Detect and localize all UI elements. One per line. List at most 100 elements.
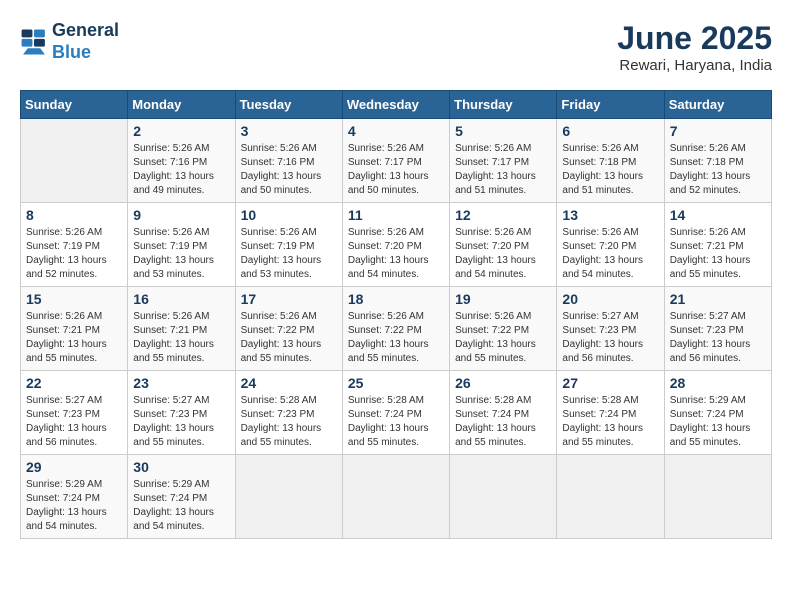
day-number: 3 (241, 123, 337, 139)
page-header: General Blue June 2025 Rewari, Haryana, … (20, 20, 772, 74)
title-block: June 2025 Rewari, Haryana, India (617, 20, 772, 74)
calendar-week-3: 15 Sunrise: 5:26 AM Sunset: 7:21 PM Dayl… (21, 287, 772, 371)
empty-cell (235, 455, 342, 539)
col-thursday: Thursday (450, 91, 557, 119)
day-cell-4: 4 Sunrise: 5:26 AM Sunset: 7:17 PM Dayli… (342, 119, 449, 203)
day-number: 27 (562, 375, 658, 391)
empty-cell (21, 119, 128, 203)
day-number: 14 (670, 207, 766, 223)
day-number: 29 (26, 459, 122, 475)
day-cell-5: 5 Sunrise: 5:26 AM Sunset: 7:17 PM Dayli… (450, 119, 557, 203)
calendar-week-5: 29 Sunrise: 5:29 AM Sunset: 7:24 PM Dayl… (21, 455, 772, 539)
day-number: 4 (348, 123, 444, 139)
col-wednesday: Wednesday (342, 91, 449, 119)
day-number: 22 (26, 375, 122, 391)
day-cell-24: 24 Sunrise: 5:28 AM Sunset: 7:23 PM Dayl… (235, 371, 342, 455)
day-cell-21: 21 Sunrise: 5:27 AM Sunset: 7:23 PM Dayl… (664, 287, 771, 371)
cell-info: Sunrise: 5:26 AM Sunset: 7:22 PM Dayligh… (455, 310, 551, 366)
day-number: 5 (455, 123, 551, 139)
day-number: 9 (133, 207, 229, 223)
cell-info: Sunrise: 5:28 AM Sunset: 7:24 PM Dayligh… (455, 394, 551, 450)
day-number: 7 (670, 123, 766, 139)
cell-info: Sunrise: 5:26 AM Sunset: 7:20 PM Dayligh… (348, 226, 444, 282)
day-number: 30 (133, 459, 229, 475)
day-cell-23: 23 Sunrise: 5:27 AM Sunset: 7:23 PM Dayl… (128, 371, 235, 455)
cell-info: Sunrise: 5:27 AM Sunset: 7:23 PM Dayligh… (670, 310, 766, 366)
day-number: 15 (26, 291, 122, 307)
cell-info: Sunrise: 5:27 AM Sunset: 7:23 PM Dayligh… (562, 310, 658, 366)
day-number: 19 (455, 291, 551, 307)
day-number: 13 (562, 207, 658, 223)
day-cell-3: 3 Sunrise: 5:26 AM Sunset: 7:16 PM Dayli… (235, 119, 342, 203)
col-friday: Friday (557, 91, 664, 119)
cell-info: Sunrise: 5:26 AM Sunset: 7:20 PM Dayligh… (455, 226, 551, 282)
header-row: Sunday Monday Tuesday Wednesday Thursday… (21, 91, 772, 119)
col-tuesday: Tuesday (235, 91, 342, 119)
day-number: 20 (562, 291, 658, 307)
day-cell-17: 17 Sunrise: 5:26 AM Sunset: 7:22 PM Dayl… (235, 287, 342, 371)
day-cell-6: 6 Sunrise: 5:26 AM Sunset: 7:18 PM Dayli… (557, 119, 664, 203)
cell-info: Sunrise: 5:28 AM Sunset: 7:23 PM Dayligh… (241, 394, 337, 450)
day-cell-15: 15 Sunrise: 5:26 AM Sunset: 7:21 PM Dayl… (21, 287, 128, 371)
col-monday: Monday (128, 91, 235, 119)
col-sunday: Sunday (21, 91, 128, 119)
day-cell-26: 26 Sunrise: 5:28 AM Sunset: 7:24 PM Dayl… (450, 371, 557, 455)
day-number: 16 (133, 291, 229, 307)
cell-info: Sunrise: 5:26 AM Sunset: 7:17 PM Dayligh… (455, 142, 551, 198)
cell-info: Sunrise: 5:26 AM Sunset: 7:22 PM Dayligh… (348, 310, 444, 366)
day-cell-7: 7 Sunrise: 5:26 AM Sunset: 7:18 PM Dayli… (664, 119, 771, 203)
cell-info: Sunrise: 5:26 AM Sunset: 7:18 PM Dayligh… (670, 142, 766, 198)
day-cell-29: 29 Sunrise: 5:29 AM Sunset: 7:24 PM Dayl… (21, 455, 128, 539)
cell-info: Sunrise: 5:26 AM Sunset: 7:20 PM Dayligh… (562, 226, 658, 282)
month-title: June 2025 (617, 20, 772, 57)
logo: General Blue (20, 20, 119, 63)
day-number: 8 (26, 207, 122, 223)
day-number: 25 (348, 375, 444, 391)
day-cell-19: 19 Sunrise: 5:26 AM Sunset: 7:22 PM Dayl… (450, 287, 557, 371)
cell-info: Sunrise: 5:27 AM Sunset: 7:23 PM Dayligh… (133, 394, 229, 450)
cell-info: Sunrise: 5:26 AM Sunset: 7:19 PM Dayligh… (133, 226, 229, 282)
day-cell-12: 12 Sunrise: 5:26 AM Sunset: 7:20 PM Dayl… (450, 203, 557, 287)
day-cell-10: 10 Sunrise: 5:26 AM Sunset: 7:19 PM Dayl… (235, 203, 342, 287)
day-number: 21 (670, 291, 766, 307)
cell-info: Sunrise: 5:28 AM Sunset: 7:24 PM Dayligh… (562, 394, 658, 450)
cell-info: Sunrise: 5:26 AM Sunset: 7:16 PM Dayligh… (133, 142, 229, 198)
day-number: 11 (348, 207, 444, 223)
day-cell-13: 13 Sunrise: 5:26 AM Sunset: 7:20 PM Dayl… (557, 203, 664, 287)
day-cell-27: 27 Sunrise: 5:28 AM Sunset: 7:24 PM Dayl… (557, 371, 664, 455)
general-blue-logo-icon (20, 28, 48, 56)
day-cell-11: 11 Sunrise: 5:26 AM Sunset: 7:20 PM Dayl… (342, 203, 449, 287)
cell-info: Sunrise: 5:28 AM Sunset: 7:24 PM Dayligh… (348, 394, 444, 450)
day-cell-22: 22 Sunrise: 5:27 AM Sunset: 7:23 PM Dayl… (21, 371, 128, 455)
day-number: 28 (670, 375, 766, 391)
cell-info: Sunrise: 5:26 AM Sunset: 7:21 PM Dayligh… (670, 226, 766, 282)
day-number: 6 (562, 123, 658, 139)
logo-text: General Blue (52, 20, 119, 63)
day-cell-16: 16 Sunrise: 5:26 AM Sunset: 7:21 PM Dayl… (128, 287, 235, 371)
day-cell-8: 8 Sunrise: 5:26 AM Sunset: 7:19 PM Dayli… (21, 203, 128, 287)
day-number: 2 (133, 123, 229, 139)
cell-info: Sunrise: 5:27 AM Sunset: 7:23 PM Dayligh… (26, 394, 122, 450)
day-cell-28: 28 Sunrise: 5:29 AM Sunset: 7:24 PM Dayl… (664, 371, 771, 455)
day-number: 17 (241, 291, 337, 307)
day-number: 24 (241, 375, 337, 391)
cell-info: Sunrise: 5:26 AM Sunset: 7:19 PM Dayligh… (241, 226, 337, 282)
empty-cell (557, 455, 664, 539)
day-cell-20: 20 Sunrise: 5:27 AM Sunset: 7:23 PM Dayl… (557, 287, 664, 371)
day-cell-9: 9 Sunrise: 5:26 AM Sunset: 7:19 PM Dayli… (128, 203, 235, 287)
day-number: 18 (348, 291, 444, 307)
empty-cell (450, 455, 557, 539)
cell-info: Sunrise: 5:26 AM Sunset: 7:21 PM Dayligh… (133, 310, 229, 366)
calendar-header: Sunday Monday Tuesday Wednesday Thursday… (21, 91, 772, 119)
location: Rewari, Haryana, India (617, 57, 772, 74)
cell-info: Sunrise: 5:26 AM Sunset: 7:16 PM Dayligh… (241, 142, 337, 198)
calendar-table: Sunday Monday Tuesday Wednesday Thursday… (20, 90, 772, 539)
empty-cell (664, 455, 771, 539)
calendar-body: 2 Sunrise: 5:26 AM Sunset: 7:16 PM Dayli… (21, 119, 772, 539)
day-number: 10 (241, 207, 337, 223)
day-number: 23 (133, 375, 229, 391)
cell-info: Sunrise: 5:26 AM Sunset: 7:19 PM Dayligh… (26, 226, 122, 282)
day-cell-25: 25 Sunrise: 5:28 AM Sunset: 7:24 PM Dayl… (342, 371, 449, 455)
col-saturday: Saturday (664, 91, 771, 119)
cell-info: Sunrise: 5:26 AM Sunset: 7:21 PM Dayligh… (26, 310, 122, 366)
